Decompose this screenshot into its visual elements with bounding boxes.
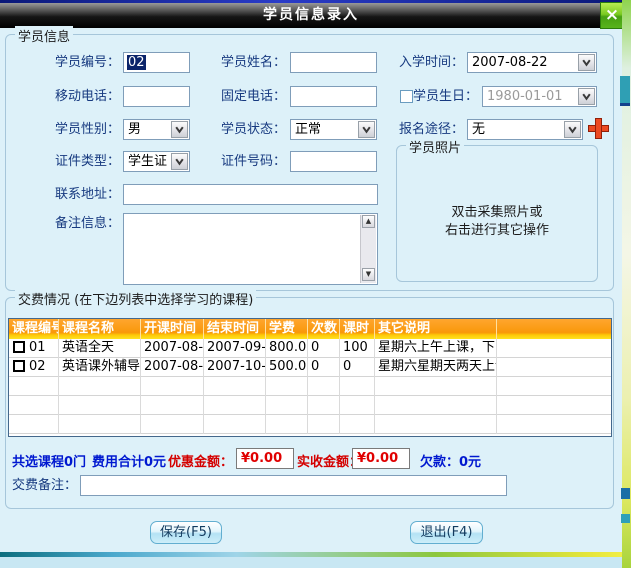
dialog-title: 学员信息录入	[0, 3, 622, 28]
close-button[interactable]: ×	[600, 2, 624, 29]
table-header: 课程编号 课程名称 开课时间 结束时间 学费 次数 课时 其它说明	[9, 319, 611, 339]
id-number-label: 证件号码：	[196, 151, 286, 172]
chevron-down-icon[interactable]	[358, 121, 375, 138]
address-label: 联系地址：	[30, 184, 120, 205]
received-input[interactable]: ¥0.00	[352, 448, 410, 469]
mobile-label: 移动电话：	[30, 86, 120, 107]
header-filler	[497, 319, 611, 339]
table-row-empty	[9, 415, 611, 434]
table-row-empty	[9, 396, 611, 415]
parent-window-edge-blue	[621, 514, 630, 523]
address-input[interactable]	[123, 184, 378, 205]
discount-input[interactable]: ¥0.00	[236, 448, 294, 469]
birthday-combo[interactable]: 1980-01-01	[482, 86, 597, 107]
payment-note-input[interactable]	[80, 475, 507, 496]
chevron-down-icon[interactable]	[564, 121, 581, 138]
course-checkbox[interactable]	[13, 360, 25, 372]
status-combo[interactable]: 正常	[290, 119, 377, 140]
id-type-combo[interactable]: 学生证	[123, 151, 190, 172]
cell-end-date: 2007-09-21	[204, 339, 266, 358]
header-end-date: 结束时间	[204, 319, 266, 339]
header-note: 其它说明	[375, 319, 497, 339]
phone-label: 固定电话：	[196, 86, 286, 107]
payment-group-title: 交费情况 (在下边列表中选择学习的课程)	[15, 289, 256, 308]
parent-window-edge-teal	[620, 76, 630, 106]
chevron-down-icon[interactable]	[578, 88, 595, 105]
total-fee-text: 费用合计0元	[92, 451, 166, 470]
header-fee: 学费	[266, 319, 308, 339]
scroll-down-icon[interactable]: ▼	[362, 268, 375, 281]
arrears-text: 欠款：0元	[420, 451, 481, 470]
scroll-up-icon[interactable]: ▲	[362, 215, 375, 228]
photo-hint: 双击采集照片或 右击进行其它操作	[397, 204, 597, 240]
cell-times: 0	[308, 339, 340, 358]
cell-course-name: 英语全天	[59, 339, 141, 358]
photo-group-title: 学员照片	[406, 137, 464, 156]
phone-input[interactable]	[290, 86, 377, 107]
add-channel-icon[interactable]	[588, 118, 609, 139]
cell-start-date: 2007-08-21	[141, 339, 204, 358]
gender-combo[interactable]: 男	[123, 119, 190, 140]
plus-bar	[595, 118, 602, 139]
student-id-input[interactable]: 02	[123, 52, 190, 73]
cell-end-date: 2007-10-21	[204, 358, 266, 377]
photo-groupbox[interactable]: 学员照片 双击采集照片或 右击进行其它操作	[396, 145, 598, 282]
header-course-id: 课程编号	[9, 319, 59, 339]
student-entry-dialog: 学员信息录入 学员信息 学员编号： 02 学员姓名： 入学时间： 2007-08…	[0, 0, 622, 557]
screen: 学员信息录入 学员信息 学员编号： 02 学员姓名： 入学时间： 2007-08…	[0, 0, 631, 568]
id-type-label: 证件类型：	[30, 151, 120, 172]
channel-combo[interactable]: 无	[467, 119, 583, 140]
table-row[interactable]: 01 英语全天 2007-08-21 2007-09-21 800.00 0 1…	[9, 339, 611, 358]
id-number-input[interactable]	[290, 151, 377, 172]
cell-hours: 0	[340, 358, 375, 377]
mobile-input[interactable]	[123, 86, 190, 107]
chevron-down-icon[interactable]	[171, 153, 188, 170]
cell-note: 星期六星期天两天上课	[375, 358, 497, 377]
remarks-label: 备注信息：	[30, 213, 120, 234]
selected-text: 02	[127, 55, 146, 70]
remarks-textarea[interactable]: ▲ ▼	[123, 213, 378, 285]
cell-times: 0	[308, 358, 340, 377]
title-bar[interactable]: 学员信息录入	[0, 3, 622, 28]
cell-course-name: 英语课外辅导	[59, 358, 141, 377]
cell-hours: 100	[340, 339, 375, 358]
cell-note: 星期六上午上课，下...	[375, 339, 497, 358]
status-label: 学员状态：	[196, 119, 286, 140]
dialog-bottom-accent	[0, 552, 622, 557]
header-times: 次数	[308, 319, 340, 339]
course-table: 课程编号 课程名称 开课时间 结束时间 学费 次数 课时 其它说明 01 英语全…	[8, 318, 612, 437]
enroll-date-label: 入学时间：	[396, 52, 464, 73]
student-info-group-title: 学员信息	[15, 26, 73, 45]
remarks-scrollbar[interactable]: ▲ ▼	[360, 215, 376, 283]
save-button[interactable]: 保存(F5)	[150, 521, 222, 544]
birthday-label: 学员生日：	[413, 86, 479, 107]
gender-label: 学员性别：	[30, 119, 120, 140]
header-start-date: 开课时间	[141, 319, 204, 339]
birthday-checkbox[interactable]	[400, 90, 413, 103]
exit-button[interactable]: 退出(F4)	[410, 521, 483, 544]
student-id-label: 学员编号：	[30, 52, 120, 73]
course-checkbox[interactable]	[13, 341, 25, 353]
header-course-name: 课程名称	[59, 319, 141, 339]
table-row-empty	[9, 377, 611, 396]
cell-start-date: 2007-08-21	[141, 358, 204, 377]
cell-fee: 500.00	[266, 358, 308, 377]
table-row[interactable]: 02 英语课外辅导 2007-08-21 2007-10-21 500.00 0…	[9, 358, 611, 377]
enroll-date-combo[interactable]: 2007-08-22	[467, 52, 597, 73]
student-name-input[interactable]	[290, 52, 377, 73]
selected-courses-text: 共选课程0门	[12, 451, 86, 470]
parent-window-edge-blue	[621, 488, 630, 499]
discount-label: 优惠金额：	[168, 451, 233, 470]
chevron-down-icon[interactable]	[578, 54, 595, 71]
header-hours: 课时	[340, 319, 375, 339]
student-name-label: 学员姓名：	[196, 52, 286, 73]
cell-fee: 800.00	[266, 339, 308, 358]
payment-note-label: 交费备注：	[12, 475, 78, 496]
chevron-down-icon[interactable]	[171, 121, 188, 138]
